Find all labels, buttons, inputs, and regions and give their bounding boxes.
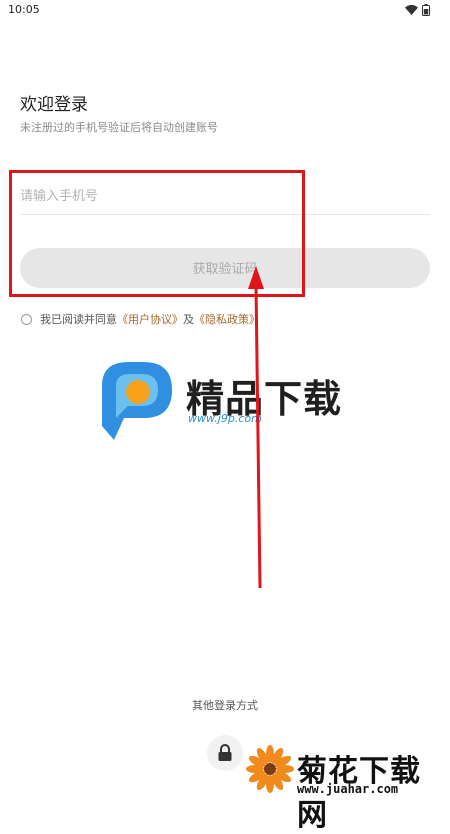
phone-number-input[interactable] — [20, 178, 430, 215]
j9p-logo — [102, 362, 172, 440]
password-login-button[interactable] — [207, 735, 243, 771]
lock-icon — [218, 744, 232, 761]
status-bar: 10:05 — [0, 0, 450, 22]
watermark-url-bottom: www.juahar.com — [297, 782, 399, 796]
agreement-row: 我已阅读并同意 《用户协议》 及 《隐私政策》 — [21, 311, 260, 327]
watermark-url: www.j9p.com — [188, 412, 262, 425]
page-title: 欢迎登录 — [20, 95, 88, 115]
privacy-policy-link[interactable]: 《隐私政策》 — [194, 311, 260, 327]
wifi-icon — [405, 5, 418, 15]
other-login-methods-label: 其他登录方式 — [192, 699, 258, 712]
status-time: 10:05 — [8, 3, 40, 16]
agreement-radio[interactable] — [21, 313, 32, 325]
agreement-prefix: 我已阅读并同意 — [40, 313, 117, 326]
agreement-conjunction: 及 — [183, 313, 194, 326]
page-subtitle: 未注册过的手机号验证后将自动创建账号 — [20, 121, 218, 134]
flower-icon — [246, 745, 294, 793]
status-icons — [405, 4, 430, 16]
user-agreement-link[interactable]: 《用户协议》 — [117, 311, 183, 327]
battery-icon — [422, 4, 430, 16]
get-verification-code-button[interactable]: 获取验证码 — [20, 248, 430, 288]
